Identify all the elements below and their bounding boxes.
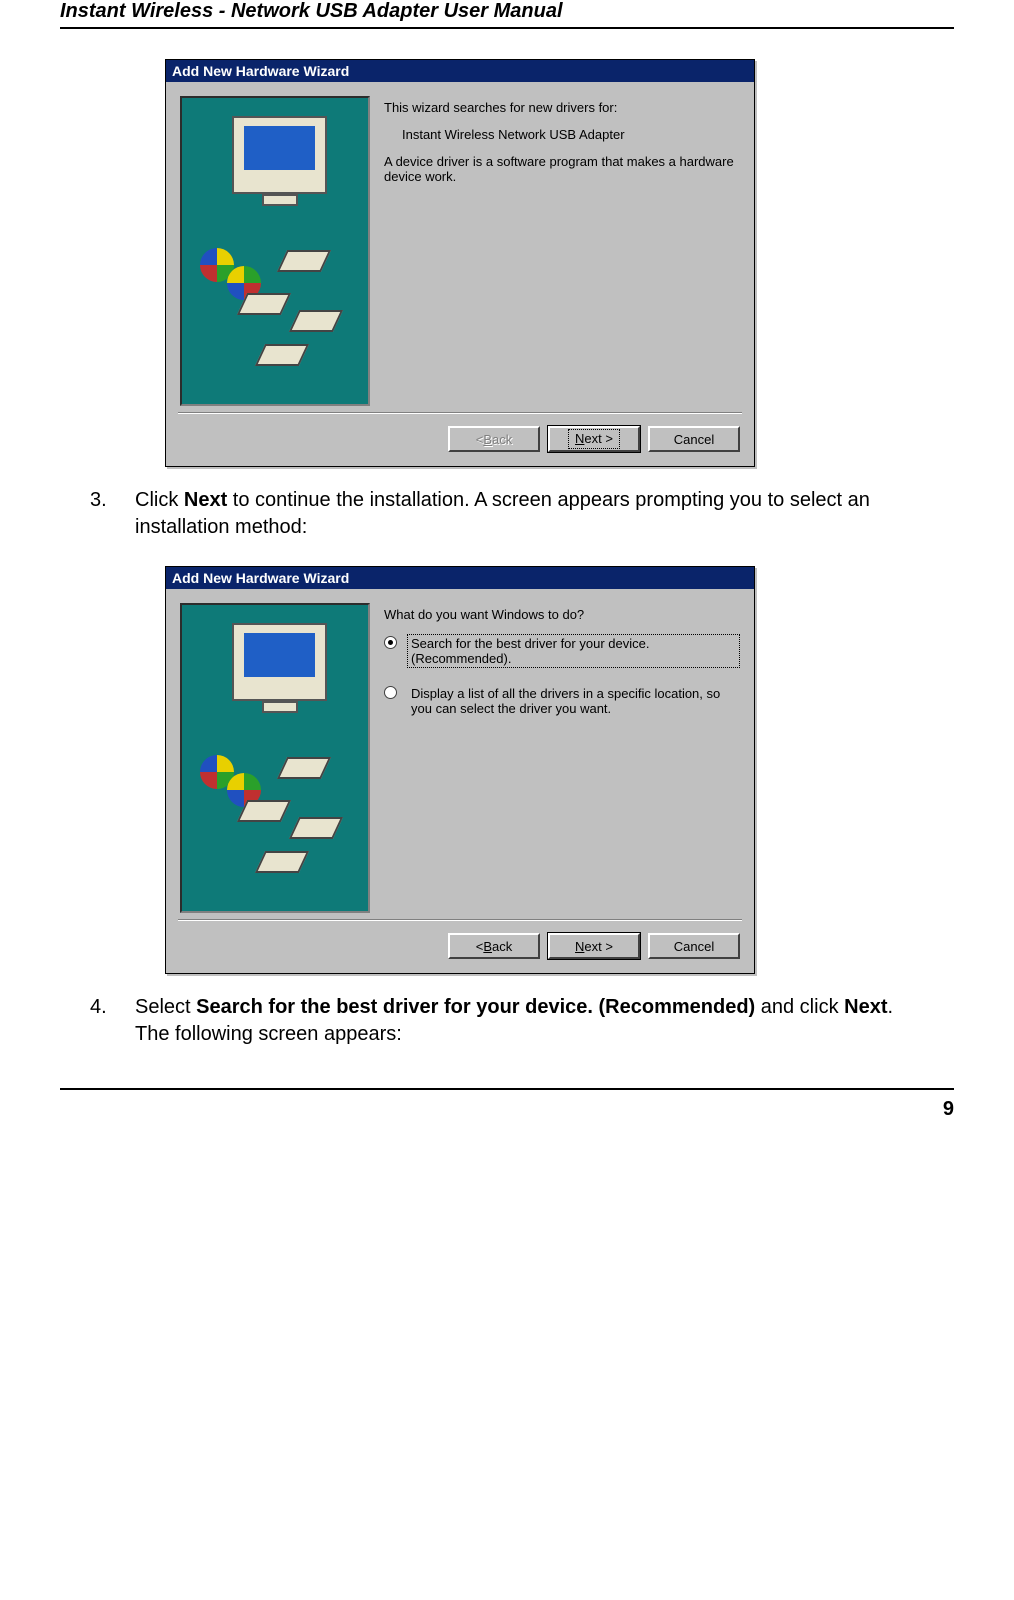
wizard2-prompt: What do you want Windows to do? (384, 607, 740, 622)
radio-option-recommended[interactable]: Search for the best driver for your devi… (384, 634, 740, 668)
cancel-button[interactable]: Cancel (648, 933, 740, 959)
wizard1-device-name: Instant Wireless Network USB Adapter (402, 127, 740, 142)
next-button[interactable]: Next > (548, 933, 640, 959)
radio-label: Search for the best driver for your devi… (407, 634, 740, 668)
wizard-graphic (180, 96, 370, 406)
dialog-title: Add New Hardware Wizard (166, 567, 754, 589)
wizard-2: Add New Hardware Wizard What do you want… (165, 566, 954, 974)
wizard1-line1: This wizard searches for new drivers for… (384, 100, 740, 115)
radio-icon (384, 686, 397, 699)
back-button[interactable]: < Back (448, 933, 540, 959)
step-3: 3. Click Next to continue the installati… (90, 487, 924, 541)
wizard1-line3: A device driver is a software program th… (384, 154, 740, 184)
radio-option-list[interactable]: Display a list of all the drivers in a s… (384, 684, 740, 718)
page-header: Instant Wireless - Network USB Adapter U… (60, 0, 954, 29)
page-number: 9 (60, 1088, 954, 1121)
step-4: 4. Select Search for the best driver for… (90, 994, 924, 1048)
next-button[interactable]: Next > (548, 426, 640, 452)
wizard-graphic (180, 603, 370, 913)
cancel-button[interactable]: Cancel (648, 426, 740, 452)
wizard-1: Add New Hardware Wizard This wizard sear… (165, 59, 954, 467)
back-button: < Back (448, 426, 540, 452)
step-number: 3. (90, 487, 135, 541)
radio-label: Display a list of all the drivers in a s… (407, 684, 740, 718)
radio-icon (384, 636, 397, 649)
dialog-title: Add New Hardware Wizard (166, 60, 754, 82)
step-number: 4. (90, 994, 135, 1048)
